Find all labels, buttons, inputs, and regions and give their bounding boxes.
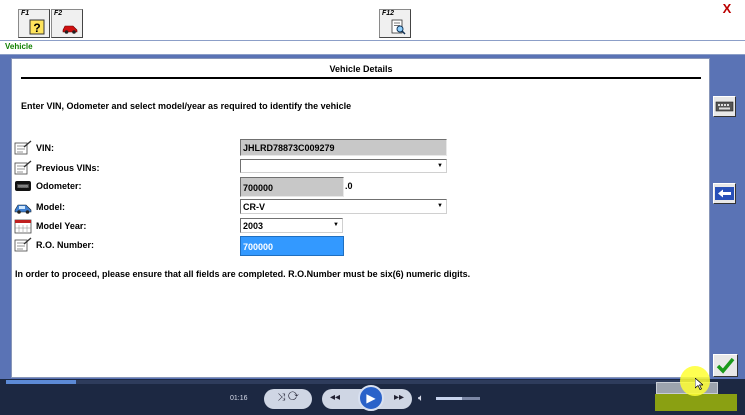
car-icon	[14, 204, 32, 214]
back-arrow-icon	[715, 187, 734, 200]
previous-vins-select[interactable]: ▼	[240, 159, 447, 173]
odometer-icon: 00000	[15, 181, 31, 191]
model-year-value: 2003	[243, 221, 264, 231]
f2-vehicle-button[interactable]: F2	[51, 9, 83, 38]
section-bar: Vehicle	[0, 40, 745, 55]
shuffle-repeat-control[interactable]: ⤨ ⟳	[264, 389, 312, 409]
instruction-text: Enter VIN, Odometer and select model/yea…	[21, 101, 352, 111]
shuffle-icon[interactable]: ⤨	[277, 392, 285, 403]
model-row: Model: CR-V ▼	[12, 198, 709, 216]
rewind-icon[interactable]: ◂◂	[330, 389, 340, 407]
print-preview-icon	[391, 19, 406, 35]
previous-vins-row: Previous VINs: ▼	[12, 159, 709, 177]
odometer-decimal-suffix: .0	[345, 181, 353, 191]
model-year-label: Model Year:	[36, 221, 87, 231]
volume-slider[interactable]	[436, 397, 480, 400]
confirm-button[interactable]	[713, 354, 738, 377]
ro-number-label: R.O. Number:	[36, 240, 95, 250]
volume-slider-fill	[436, 397, 463, 400]
model-year-row: Model Year: 2003 ▼	[12, 217, 709, 235]
odometer-label: Odometer:	[36, 181, 82, 191]
panel-title: Vehicle Details	[21, 64, 701, 79]
chevron-down-icon[interactable]: ▼	[331, 220, 341, 231]
section-label: Vehicle	[5, 42, 33, 51]
help-icon: ?	[29, 19, 45, 35]
validation-notice: In order to proceed, please ensure that …	[15, 269, 471, 279]
speaker-icon[interactable]: 🔈︎	[418, 393, 424, 404]
f1-key-label: F1	[21, 10, 30, 17]
seek-bar-fill	[6, 380, 76, 384]
svg-text:00000: 00000	[18, 185, 28, 189]
play-button[interactable]: ▶	[358, 385, 384, 411]
function-key-toolbar: F1 ? F2 F12 X	[0, 0, 745, 41]
odometer-field[interactable]: 700000	[240, 177, 344, 197]
seek-bar[interactable]	[6, 380, 706, 384]
mouse-cursor-icon	[695, 378, 703, 390]
fast-forward-icon[interactable]: ▸▸	[394, 389, 404, 407]
f2-key-label: F2	[54, 10, 63, 17]
ro-number-row: R.O. Number: 700000	[12, 236, 709, 256]
chevron-down-icon[interactable]: ▼	[435, 201, 445, 212]
vin-field: JHLRD78873C009279	[240, 139, 447, 156]
chevron-down-icon[interactable]: ▼	[435, 161, 445, 171]
keyboard-button[interactable]	[713, 96, 736, 117]
play-icon: ▶	[366, 391, 376, 405]
calendar-icon	[14, 219, 32, 234]
close-button[interactable]: X	[717, 1, 737, 17]
status-strip	[655, 394, 737, 411]
model-value: CR-V	[243, 202, 265, 212]
repeat-icon[interactable]: ⟳	[288, 392, 299, 403]
model-label: Model:	[36, 202, 65, 212]
f12-key-label: F12	[382, 10, 395, 17]
model-year-select[interactable]: 2003 ▼	[240, 218, 343, 233]
previous-vins-label: Previous VINs:	[36, 163, 100, 173]
back-button[interactable]	[713, 183, 736, 204]
model-select[interactable]: CR-V ▼	[240, 199, 447, 214]
checklist-icon	[14, 237, 32, 252]
vehicle-details-panel: Vehicle Details Enter VIN, Odometer and …	[11, 58, 710, 378]
checklist-icon	[14, 140, 32, 155]
ro-number-field[interactable]: 700000	[240, 236, 344, 256]
checklist-icon	[14, 160, 32, 175]
vin-label: VIN:	[36, 143, 54, 153]
timecode: 01:16	[230, 395, 248, 402]
checkmark-icon	[716, 357, 735, 374]
close-icon: X	[722, 1, 732, 16]
keyboard-icon	[715, 101, 734, 112]
car-icon	[62, 25, 78, 34]
f12-preview-button[interactable]: F12	[379, 9, 411, 38]
odometer-row: 00000 Odometer: 700000 .0	[12, 177, 709, 197]
vin-row: VIN: JHLRD78873C009279	[12, 139, 709, 157]
f1-help-button[interactable]: F1 ?	[18, 9, 50, 38]
svg-text:?: ?	[33, 21, 40, 35]
